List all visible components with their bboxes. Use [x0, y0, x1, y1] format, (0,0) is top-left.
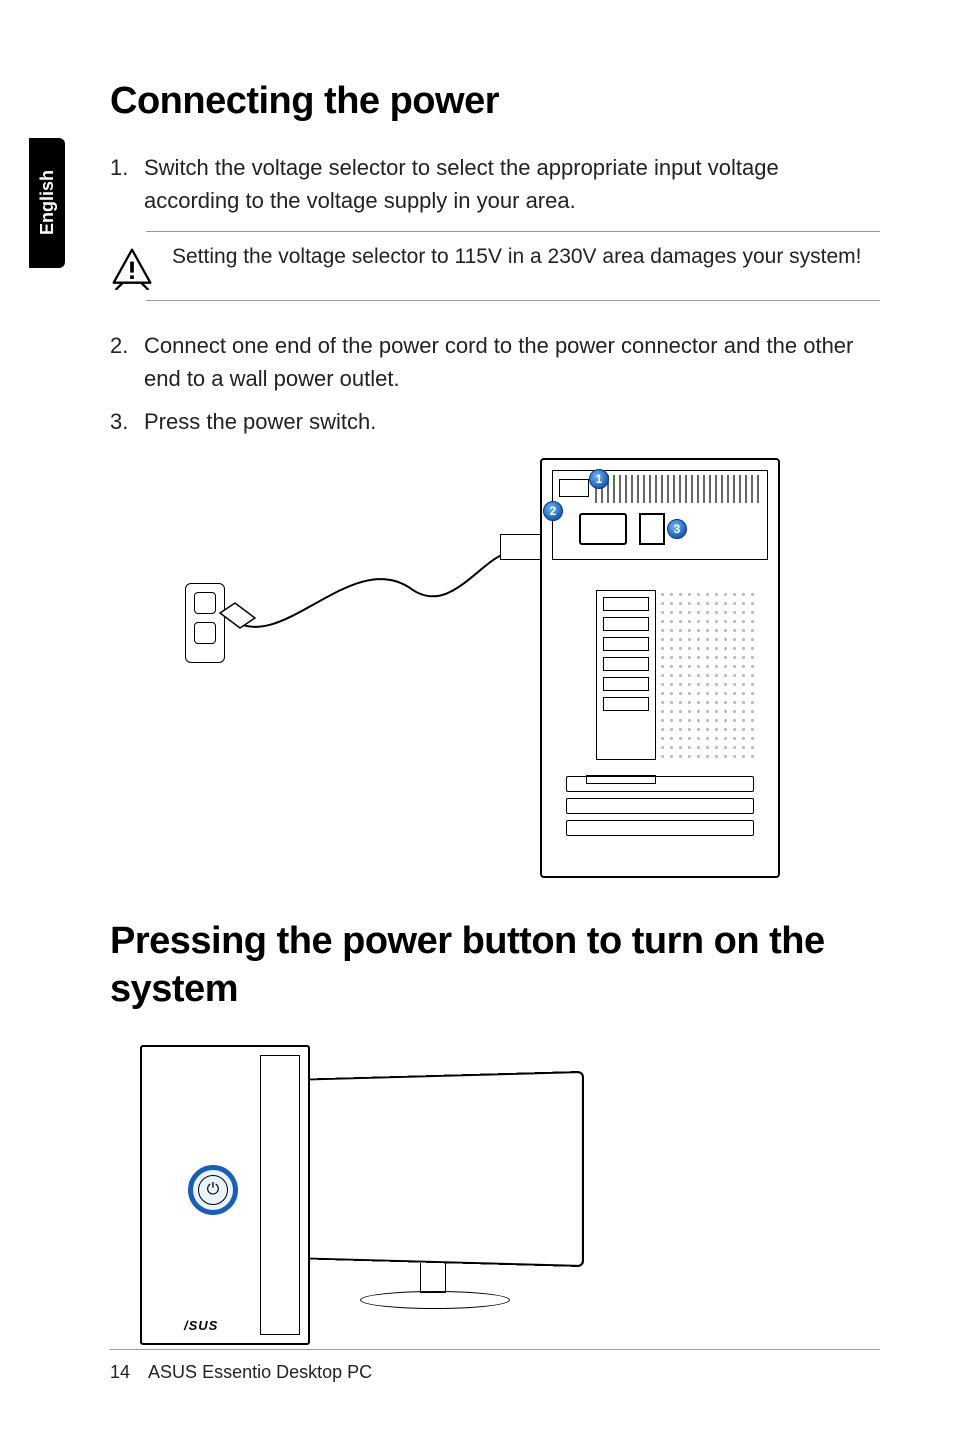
page-number: 14: [110, 1362, 130, 1383]
voltage-selector: [639, 513, 665, 545]
front-panel-strip: [260, 1055, 300, 1335]
language-label: English: [37, 170, 58, 235]
psu-switch: [559, 479, 589, 497]
expansion-slots: [566, 776, 754, 856]
language-tab: English: [29, 138, 65, 268]
monitor-neck: [420, 1263, 446, 1293]
power-cord-assembly: [180, 488, 570, 668]
step-list-2: 2. Connect one end of the power cord to …: [110, 329, 880, 438]
callout-1: 1: [589, 469, 609, 489]
io-panel: [596, 590, 656, 760]
monitor-screen: [298, 1071, 584, 1267]
step-3: 3. Press the power switch.: [110, 405, 880, 438]
power-button: ⏻: [198, 1175, 228, 1205]
caution-icon: [110, 246, 154, 290]
psu-vent: [595, 475, 763, 503]
warning-box: Setting the voltage selector to 115V in …: [146, 231, 880, 301]
diagram-power-connection: 1 2 3: [110, 458, 880, 878]
step-number: 1.: [110, 151, 144, 217]
product-name: ASUS Essentio Desktop PC: [148, 1362, 372, 1382]
psu-area: 1 2 3: [552, 470, 768, 560]
callout-3: 3: [667, 519, 687, 539]
power-button-highlight: ⏻: [188, 1165, 238, 1215]
step-text: Switch the voltage selector to select th…: [144, 151, 880, 217]
page-content: Connecting the power 1. Switch the volta…: [110, 80, 880, 1365]
step-2: 2. Connect one end of the power cord to …: [110, 329, 880, 395]
heading-power-button: Pressing the power button to turn on the…: [110, 918, 880, 1013]
case-vent: [658, 590, 758, 760]
tower-rear-panel: 1 2 3: [540, 458, 780, 878]
step-list-1: 1. Switch the voltage selector to select…: [110, 151, 880, 217]
step-number: 2.: [110, 329, 144, 395]
cord-line: [210, 528, 520, 668]
step-text: Press the power switch.: [144, 405, 880, 438]
step-text: Connect one end of the power cord to the…: [144, 329, 880, 395]
step-number: 3.: [110, 405, 144, 438]
warning-text: Setting the voltage selector to 115V in …: [172, 242, 862, 271]
monitor-base: [360, 1291, 510, 1309]
tower-front: ⏻ /SUS: [140, 1045, 310, 1345]
power-connector: [579, 513, 627, 545]
heading-connecting-power: Connecting the power: [110, 80, 880, 123]
page-footer: 14 ASUS Essentio Desktop PC: [110, 1349, 880, 1383]
brand-logo: /SUS: [184, 1318, 218, 1333]
monitor: [290, 1075, 590, 1345]
callout-2: 2: [543, 501, 563, 521]
diagram-power-button: ⏻ /SUS: [140, 1045, 640, 1365]
step-1: 1. Switch the voltage selector to select…: [110, 151, 880, 217]
